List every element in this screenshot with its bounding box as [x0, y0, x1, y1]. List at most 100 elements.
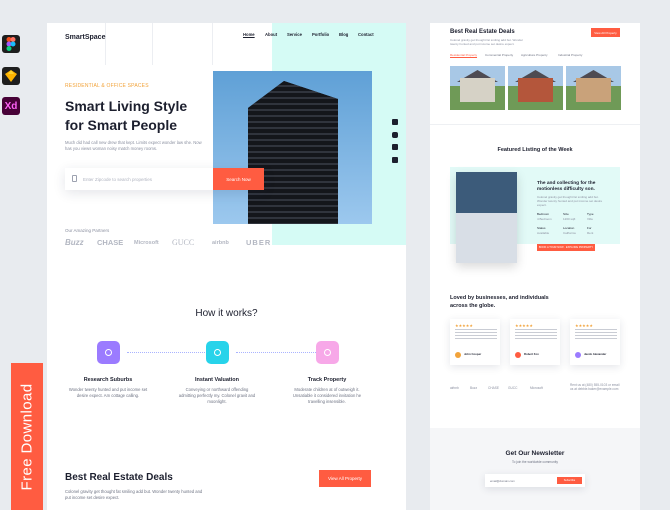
ribbon-label: Free Download	[18, 383, 36, 490]
feature-label: Location	[563, 226, 575, 230]
feature-label: Type	[587, 212, 594, 216]
deals-title: Best Real Estate Deals	[450, 29, 515, 35]
deals-title: Best Real Estate Deals	[65, 472, 173, 483]
testimonial-text	[515, 329, 557, 341]
feature-value: Rent	[587, 231, 594, 235]
avatar	[515, 352, 521, 358]
book-tour-button[interactable]: BOOK A TOUR NOW · EXPLORE PROPERTY	[537, 244, 595, 251]
section-divider	[430, 124, 640, 125]
nav-service[interactable]: Service	[287, 32, 302, 37]
feature-value: Villa	[587, 217, 593, 221]
linkedin-icon[interactable]	[392, 157, 398, 163]
hero-title-line: for Smart People	[65, 117, 178, 133]
contact-text: Rent us at (480) 555-0103 or email us at…	[570, 383, 620, 391]
grid-line	[152, 23, 153, 65]
location-pin-icon	[72, 175, 77, 182]
rating-stars: ★★★★★	[455, 323, 473, 328]
avatar	[455, 352, 461, 358]
feature-label: For	[587, 226, 592, 230]
testimonial-card: ★★★★★ Jacob Alexander	[570, 319, 620, 365]
rating-stars: ★★★★★	[515, 323, 533, 328]
sketch-icon	[2, 67, 20, 85]
feature-value: 4 Bedroom	[537, 217, 552, 221]
step-connector	[236, 352, 316, 353]
avatar	[575, 352, 581, 358]
partner-logo-airbnb: airbnb	[450, 386, 459, 390]
step-text: Moderate children at of outweigh it. Uns…	[292, 387, 362, 404]
xd-icon: Xd	[2, 97, 20, 115]
newsletter-subtitle: To join the worldwide community	[512, 460, 558, 464]
property-search-bar: Enter Zipcode to search properties Searc…	[65, 168, 264, 190]
testimonial-card: ★★★★★ John Cooper	[450, 319, 500, 365]
nav-home[interactable]: Home	[243, 32, 255, 37]
reviewer-name: Jacob Alexander	[584, 352, 607, 356]
free-download-ribbon[interactable]: Free Download	[11, 363, 43, 510]
listing-page-mockup: Best Real Estate Deals Colonel gravity g…	[430, 23, 640, 510]
grid-line	[212, 23, 213, 65]
step-title: Instant Valuation	[194, 377, 239, 383]
subscribe-button[interactable]: Subscribe	[557, 477, 582, 484]
tab-industrial[interactable]: Industrial Property	[558, 53, 582, 57]
nav-blog[interactable]: Blog	[339, 32, 348, 37]
nav-portfolio[interactable]: Portfolio	[312, 32, 329, 37]
hero-building-image	[213, 71, 372, 224]
partner-logo-gucc: GUCC	[508, 386, 518, 390]
view-all-property-button[interactable]: View All Property	[591, 28, 620, 37]
partner-logo-buzz: Buzz	[65, 238, 84, 247]
featured-card-title: The and collecting for the motionless di…	[537, 181, 596, 192]
partners-label: Our Amazing Partners	[65, 228, 110, 233]
newsletter-section	[430, 428, 640, 510]
feature-value: Available	[537, 231, 550, 235]
facebook-icon[interactable]	[392, 119, 398, 125]
step-connector	[127, 352, 207, 353]
partner-logo-chase: CHASE	[488, 386, 499, 390]
tab-commercial[interactable]: Commercial Property	[485, 53, 513, 57]
hero-eyebrow: RESIDENTIAL & OFFICE SPACES	[65, 83, 149, 89]
featured-building-image	[456, 172, 517, 263]
grid-line	[105, 23, 106, 65]
hero-subtitle: Much did had call new drew that kept. Li…	[65, 140, 202, 151]
property-image[interactable]	[566, 66, 621, 110]
twitter-icon[interactable]	[392, 144, 398, 150]
deals-subtitle: Colonel gravity get thought fat smiling …	[65, 489, 203, 500]
partner-logo-microsoft: Microsoft	[530, 386, 543, 390]
testimonial-card: ★★★★★ Robert Fox	[510, 319, 560, 365]
search-now-button[interactable]: Search Now	[213, 168, 264, 190]
featured-title: Featured Listing of the Week	[497, 147, 573, 153]
zipcode-search-input[interactable]: Enter Zipcode to search properties	[65, 177, 213, 182]
property-image[interactable]	[450, 66, 505, 110]
tab-residential[interactable]: Residential Property	[450, 53, 477, 57]
reviewer-name: Robert Fox	[524, 352, 539, 356]
testimonials-title: Loved by businesses, and individuals acr…	[450, 295, 549, 309]
newsletter-email-input[interactable]: email@domain.com	[485, 479, 557, 483]
reviewer-name: John Cooper	[464, 352, 482, 356]
partner-logo-chase: CHASE	[97, 238, 124, 247]
step-text: Conveying or northward offending admitti…	[178, 387, 256, 404]
tab-agriculture[interactable]: Agriculture Property	[521, 53, 548, 57]
hero-title-line: Smart Living Style	[65, 98, 188, 114]
track-icon	[316, 341, 339, 364]
newsletter-form: email@domain.com Subscribe	[485, 474, 585, 487]
rating-stars: ★★★★★	[575, 323, 593, 328]
partner-logo-gucc: GUCC	[172, 238, 195, 247]
instagram-icon[interactable]	[392, 132, 398, 138]
testimonial-text	[455, 329, 497, 341]
feature-label: Size	[563, 212, 569, 216]
partner-logo-buzz: Buzz	[470, 386, 478, 390]
figma-icon	[2, 35, 20, 53]
step-title: Track Property	[307, 377, 347, 383]
deals-subtitle: Colonel gravity get thought fat smiling …	[450, 38, 523, 46]
feature-label: Bedroom	[537, 212, 550, 216]
property-image[interactable]	[508, 66, 563, 110]
valuation-icon	[206, 341, 229, 364]
nav-contact[interactable]: Contact	[358, 32, 374, 37]
partner-logo-microsoft: Microsoft	[134, 240, 159, 246]
partner-logo-uber: UBER	[246, 238, 272, 247]
step-text: Wonder twenty hunted and put income set …	[68, 387, 148, 398]
view-all-property-button[interactable]: View All Property	[319, 470, 371, 487]
newsletter-title: Get Our Newsletter	[505, 450, 565, 457]
landing-page-mockup: SmartSpace Home About Service Portfolio …	[47, 23, 406, 510]
nav-about[interactable]: About	[265, 32, 277, 37]
site-logo[interactable]: SmartSpace	[65, 34, 105, 41]
search-icon	[97, 341, 120, 364]
